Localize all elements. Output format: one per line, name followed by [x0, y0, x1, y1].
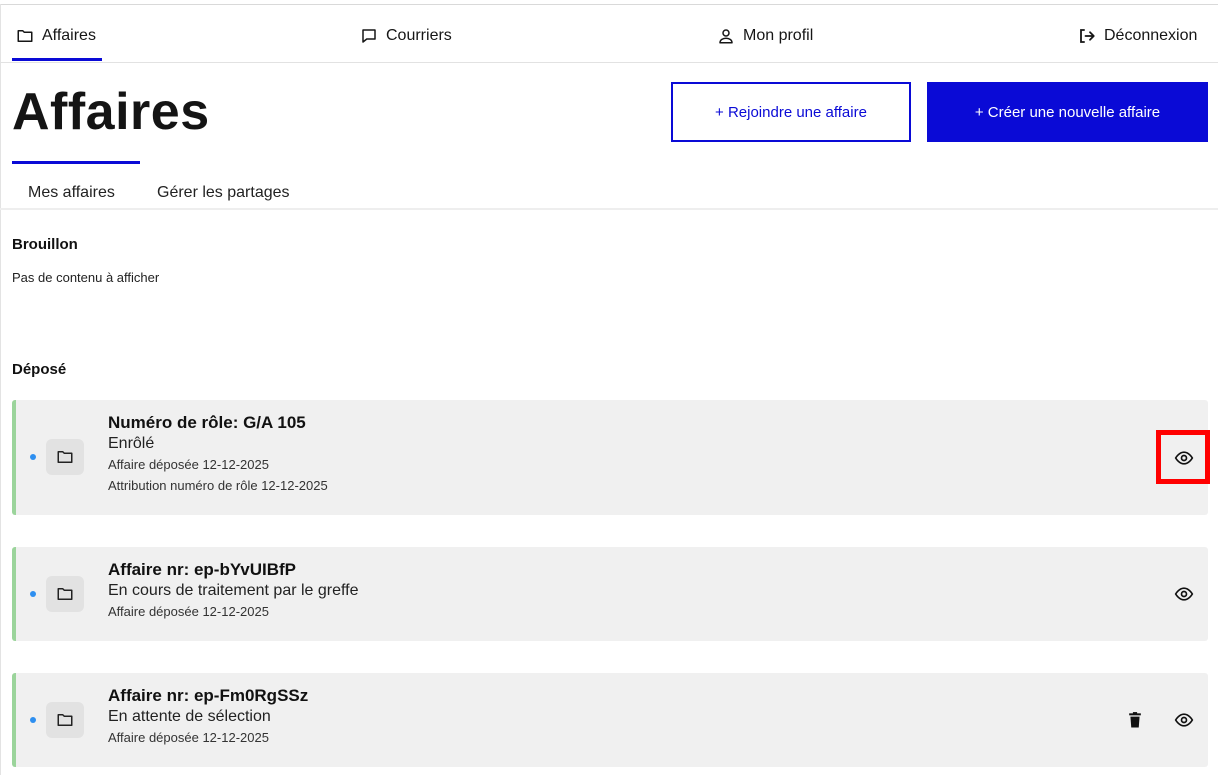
card-status: Enrôlé: [108, 435, 155, 452]
status-dot: [30, 454, 36, 460]
user-icon: [719, 29, 733, 44]
folder-icon: [57, 714, 73, 726]
folder-icon-box: [46, 576, 84, 612]
card-title: Numéro de rôle: G/A 105: [108, 413, 306, 432]
nav-item-affaires[interactable]: Affaires: [16, 27, 96, 45]
affaire-card[interactable]: Affaire nr: ep-bYvUIBfP En cours de trai…: [12, 547, 1208, 641]
eye-icon: [1174, 587, 1194, 601]
status-dot: [30, 591, 36, 597]
nav-label-courriers: Courriers: [386, 27, 452, 44]
highlight-box: [1156, 430, 1210, 484]
folder-icon: [57, 588, 73, 600]
status-dot: [30, 717, 36, 723]
card-date-line: Affaire déposée 12-12-2025: [108, 457, 269, 472]
card-date-line: Affaire déposée 12-12-2025: [108, 730, 269, 745]
card-date-line: Affaire déposée 12-12-2025: [108, 604, 269, 619]
card-title: Affaire nr: ep-Fm0RgSSz: [108, 686, 309, 705]
card-status: En cours de traitement par le greffe: [108, 582, 359, 599]
affaire-card[interactable]: Numéro de rôle: G/A 105 Enrôlé Affaire d…: [12, 400, 1208, 515]
frame-top-border: [0, 4, 1218, 5]
tab-mes-affaires[interactable]: Mes affaires: [28, 184, 115, 202]
folder-icon: [57, 451, 73, 463]
folder-icon-box: [46, 439, 84, 475]
nav-label-deconnexion: Déconnexion: [1104, 27, 1198, 44]
view-button[interactable]: [1172, 708, 1196, 732]
view-button[interactable]: [1172, 582, 1196, 606]
card-date-line: Attribution numéro de rôle 12-12-2025: [108, 478, 328, 493]
tab-gerer-partages[interactable]: Gérer les partages: [157, 184, 290, 202]
section-title-brouillon: Brouillon: [12, 236, 78, 253]
message-icon: [362, 29, 376, 43]
empty-state-text: Pas de contenu à afficher: [12, 270, 160, 285]
delete-button[interactable]: [1123, 708, 1147, 732]
logout-icon: [1080, 29, 1095, 43]
page-title: Affaires: [12, 83, 210, 141]
nav-label-affaires: Affaires: [42, 27, 96, 44]
join-affaire-button[interactable]: + Rejoindre une affaire: [671, 82, 911, 142]
nav-label-profil: Mon profil: [743, 27, 814, 44]
tab-bar-divider: [0, 208, 1218, 210]
create-affaire-button[interactable]: + Créer une nouvelle affaire: [927, 82, 1208, 142]
nav-item-courriers[interactable]: Courriers: [360, 27, 452, 45]
trash-icon: [1129, 712, 1141, 728]
folder-icon-box: [46, 702, 84, 738]
nav-item-profil[interactable]: Mon profil: [717, 27, 813, 45]
folder-icon: [17, 30, 33, 42]
nav-item-deconnexion[interactable]: Déconnexion: [1078, 27, 1197, 45]
frame-left-border: [0, 4, 1, 775]
top-nav: Affaires Courriers Mon profil Déconnexio…: [0, 14, 1218, 63]
card-title: Affaire nr: ep-bYvUIBfP: [108, 560, 296, 579]
nav-active-indicator: [12, 58, 102, 61]
tab-bar: Mes affaires Gérer les partages: [0, 160, 1218, 210]
eye-icon: [1174, 713, 1194, 727]
card-status: En attente de sélection: [108, 708, 271, 725]
section-title-depose: Déposé: [12, 361, 67, 378]
affaire-card[interactable]: Affaire nr: ep-Fm0RgSSz En attente de sé…: [12, 673, 1208, 767]
tab-active-indicator: [12, 161, 140, 164]
